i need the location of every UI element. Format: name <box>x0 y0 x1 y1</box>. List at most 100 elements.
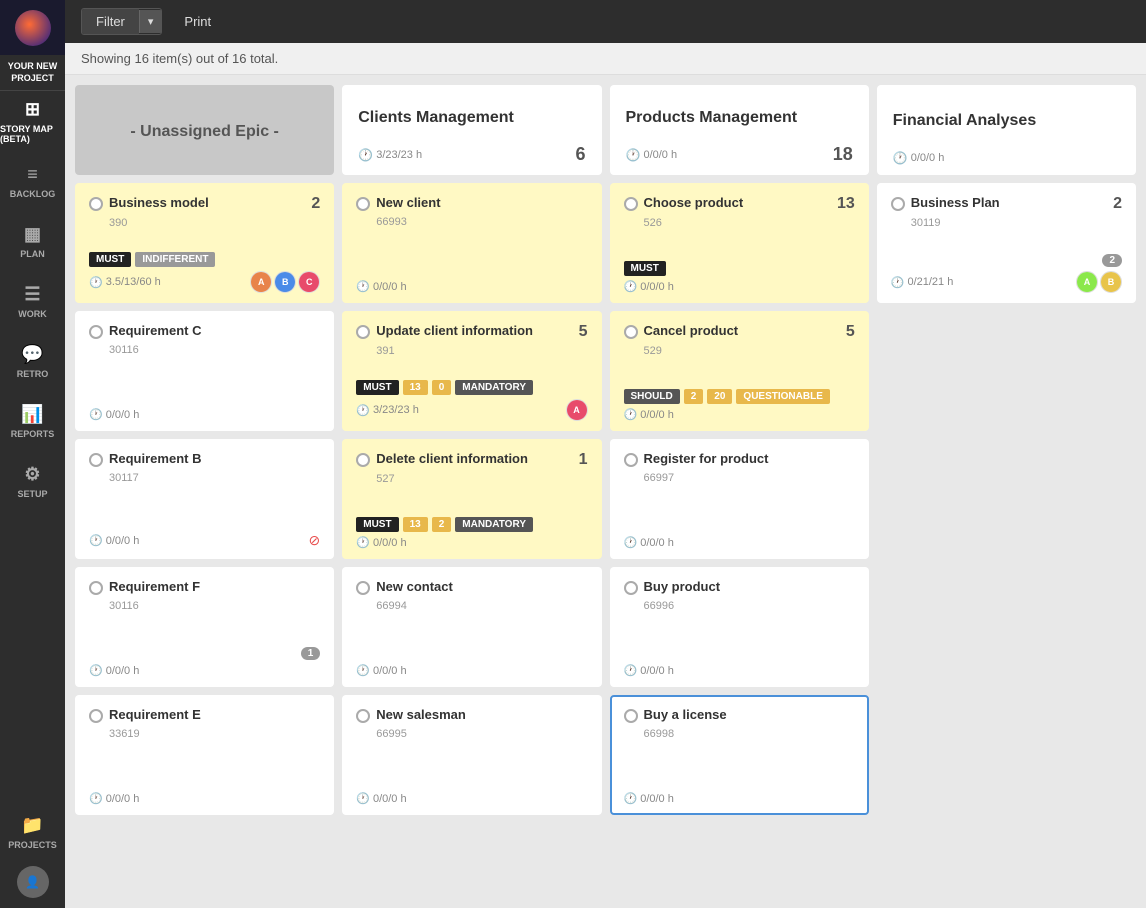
card-time: 🕐 0/0/0 h <box>356 536 406 549</box>
filter-dropdown-arrow[interactable]: ▾ <box>139 10 162 33</box>
board: - Unassigned Epic - Clients Management 🕐… <box>65 75 1146 908</box>
epic-meta-products: 🕐 0/0/0 h 18 <box>626 144 853 165</box>
clock-icon: 🕐 <box>893 151 908 165</box>
avatar: B <box>274 271 296 293</box>
story-card[interactable]: New client66993🕐 0/0/0 h <box>342 183 601 303</box>
stories-container: Business model2390MUSTINDIFFERENT🕐 3.5/1… <box>75 183 1136 815</box>
story-card[interactable]: Requirement C30116🕐 0/0/0 h <box>75 311 334 431</box>
story-card[interactable]: Delete client information1527MUST132MAND… <box>342 439 601 559</box>
clock-icon: 🕐 <box>626 148 641 162</box>
card-time: 🕐 0/0/0 h <box>89 534 139 547</box>
story-card[interactable]: Requirement F301161🕐 0/0/0 h <box>75 567 334 687</box>
story-card[interactable]: Business model2390MUSTINDIFFERENT🕐 3.5/1… <box>75 183 334 303</box>
card-avatars: AB <box>1076 271 1122 293</box>
card-title: Choose product <box>644 195 831 212</box>
filter-label[interactable]: Filter <box>82 9 139 34</box>
story-card[interactable]: Buy a license66998🕐 0/0/0 h <box>610 695 869 815</box>
avatar: B <box>1100 271 1122 293</box>
card-time-row: 🕐 0/0/0 h <box>356 664 587 677</box>
epic-title-products: Products Management <box>626 99 853 136</box>
clock-icon: 🕐 <box>89 408 103 421</box>
toolbar: Filter ▾ Print <box>65 0 1146 43</box>
clock-icon: 🕐 <box>89 276 103 289</box>
card-title: Business Plan <box>911 195 1107 212</box>
status-bar: Showing 16 item(s) out of 16 total. <box>65 43 1146 75</box>
sidebar-item-label: RETRO <box>17 369 49 379</box>
sidebar-bottom: 📁 PROJECTS 👤 <box>0 802 65 908</box>
card-title: New client <box>376 195 587 212</box>
card-time-row: 🕐 3.5/13/60 hABC <box>89 271 320 293</box>
card-footer: 2🕐 0/21/21 hAB <box>891 254 1122 293</box>
card-tag: MUST <box>624 261 666 276</box>
card-time-row: 🕐 0/0/0 h <box>356 280 587 293</box>
card-tag: 20 <box>707 389 732 404</box>
story-card[interactable]: Cancel product5529SHOULD220QUESTIONABLE🕐… <box>610 311 869 431</box>
card-footer: 1🕐 0/0/0 h <box>89 647 320 677</box>
card-footer: 🕐 0/0/0 h <box>624 664 855 677</box>
story-card[interactable] <box>877 311 1136 431</box>
card-time: 🕐 0/0/0 h <box>624 664 674 677</box>
card-footer: 🕐 0/0/0 h <box>356 280 587 293</box>
card-time: 🕐 0/0/0 h <box>89 792 139 805</box>
card-time: 🕐 0/0/0 h <box>89 408 139 421</box>
sidebar-item-backlog[interactable]: ≡ BACKLOG <box>0 151 65 211</box>
card-tag: 13 <box>403 517 428 532</box>
card-time: 🕐 0/0/0 h <box>356 664 406 677</box>
sidebar-item-setup[interactable]: ⚙ SETUP <box>0 451 65 511</box>
sidebar-item-label: PROJECTS <box>8 840 57 850</box>
sidebar-item-projects[interactable]: 📁 PROJECTS <box>0 802 65 862</box>
story-card[interactable]: Requirement B30117🕐 0/0/0 h⊘ <box>75 439 334 559</box>
status-dot <box>89 453 103 467</box>
card-title: Requirement E <box>109 707 320 724</box>
sidebar-item-plan[interactable]: ▦ PLAN <box>0 211 65 271</box>
story-card[interactable]: Business Plan2301192🕐 0/21/21 hAB <box>877 183 1136 303</box>
card-footer: 🕐 0/0/0 h <box>356 664 587 677</box>
main-content: Filter ▾ Print Showing 16 item(s) out of… <box>65 0 1146 908</box>
story-card[interactable]: New salesman66995🕐 0/0/0 h <box>342 695 601 815</box>
plan-icon: ▦ <box>24 224 41 245</box>
card-id: 66995 <box>376 728 587 740</box>
card-title: New salesman <box>376 707 587 724</box>
story-card[interactable]: New contact66994🕐 0/0/0 h <box>342 567 601 687</box>
story-card[interactable]: Choose product13526MUST🕐 0/0/0 h <box>610 183 869 303</box>
status-text: Showing 16 item(s) out of 16 total. <box>81 51 278 66</box>
sidebar-item-reports[interactable]: 📊 REPORTS <box>0 391 65 451</box>
card-id: 30117 <box>109 472 320 484</box>
avatar: A <box>250 271 272 293</box>
card-footer: MUST132MANDATORY🕐 0/0/0 h <box>356 517 587 549</box>
sidebar-item-label: BACKLOG <box>10 189 56 199</box>
story-card[interactable] <box>877 695 1136 815</box>
card-footer: MUST🕐 0/0/0 h <box>624 261 855 293</box>
status-dot <box>624 581 638 595</box>
card-time: 🕐 0/0/0 h <box>624 792 674 805</box>
card-tag: MANDATORY <box>455 380 533 395</box>
card-tag: MUST <box>89 252 131 267</box>
epic-products: Products Management 🕐 0/0/0 h 18 <box>610 85 869 175</box>
card-time-row: 🕐 0/0/0 h <box>624 536 855 549</box>
status-dot <box>89 581 103 595</box>
sidebar-item-label: REPORTS <box>11 429 55 439</box>
status-dot <box>356 197 370 211</box>
sidebar-item-retro[interactable]: 💬 RETRO <box>0 331 65 391</box>
epic-time-clients: 🕐 3/23/23 h <box>358 148 422 162</box>
story-card[interactable]: Buy product66996🕐 0/0/0 h <box>610 567 869 687</box>
filter-button[interactable]: Filter ▾ <box>81 8 162 35</box>
card-tags: MUSTINDIFFERENT <box>89 252 320 267</box>
clock-icon: 🕐 <box>624 280 638 293</box>
story-card[interactable]: Update client information5391MUST130MAND… <box>342 311 601 431</box>
epic-financial: Financial Analyses 🕐 0/0/0 h <box>877 85 1136 175</box>
story-card[interactable] <box>877 439 1136 559</box>
status-dot <box>624 709 638 723</box>
card-count: 2 <box>311 195 320 213</box>
print-button[interactable]: Print <box>174 9 221 34</box>
sidebar: YOUR NEW PROJECT ⊞ STORY MAP (BETA) ≡ BA… <box>0 0 65 908</box>
card-footer: MUST130MANDATORY🕐 3/23/23 hA <box>356 380 587 421</box>
project-name: YOUR NEW PROJECT <box>0 55 65 91</box>
user-avatar[interactable]: 👤 <box>17 866 49 898</box>
story-card[interactable]: Requirement E33619🕐 0/0/0 h <box>75 695 334 815</box>
sidebar-item-story-map[interactable]: ⊞ STORY MAP (BETA) <box>0 91 65 151</box>
story-card[interactable]: Register for product66997🕐 0/0/0 h <box>610 439 869 559</box>
sidebar-item-work[interactable]: ☰ WORK <box>0 271 65 331</box>
story-card[interactable] <box>877 567 1136 687</box>
status-dot <box>356 453 370 467</box>
